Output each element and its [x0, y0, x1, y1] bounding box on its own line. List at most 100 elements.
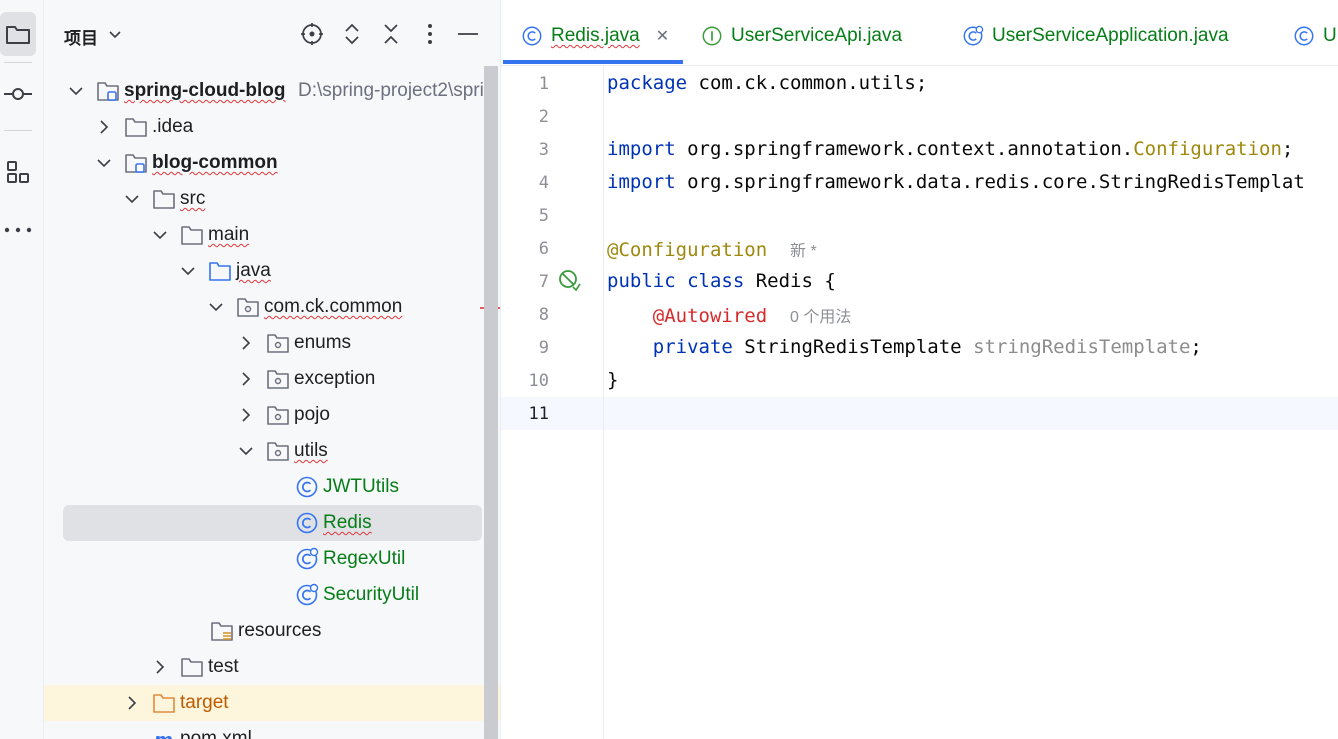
editor-tabs: Redis.java ✕ UserServiceApi.java UserSer…	[501, 0, 1338, 66]
active-tab-indicator	[503, 60, 683, 64]
tree-item-com-ck-common[interactable]: com.ck.common	[44, 289, 500, 325]
resources-folder-icon	[211, 622, 233, 641]
commit-tool-button[interactable]	[0, 72, 36, 116]
keyword: import	[607, 171, 676, 193]
chevron-down-icon[interactable]	[68, 83, 84, 99]
minimize-icon	[458, 33, 478, 35]
folder-icon	[181, 226, 203, 245]
tree-item-label: JWTUtils	[323, 476, 399, 497]
tree-item-label: SecurityUtil	[323, 584, 420, 605]
tree-item-securityutil[interactable]: SecurityUtil	[44, 577, 500, 613]
keyword: import	[607, 138, 676, 160]
chevron-down-icon[interactable]	[208, 299, 224, 315]
tab-userserviceapplication-java[interactable]: UserServiceApplication.java	[962, 14, 1229, 58]
class-runnable-icon	[963, 25, 984, 46]
collapse-all-button[interactable]	[379, 22, 403, 46]
code-line-6: @Configuration 新 *	[607, 237, 817, 261]
module-folder-icon	[97, 82, 119, 101]
chevron-right-icon[interactable]	[238, 335, 254, 351]
more-vertical-icon	[428, 24, 432, 44]
structure-tool-button[interactable]	[0, 150, 36, 194]
tree-item-src[interactable]: src	[44, 181, 500, 217]
hide-panel-button[interactable]	[456, 22, 480, 46]
class-icon	[296, 476, 318, 498]
collapse-all-icon	[384, 24, 398, 44]
code-text: com.ck.common.utils;	[687, 72, 928, 94]
package-icon	[237, 298, 259, 317]
chevron-down-icon[interactable]	[108, 27, 122, 41]
tree-item-java[interactable]: java	[44, 253, 500, 289]
inlay-hint[interactable]: 新 *	[790, 243, 817, 260]
tree-item-label: Redis	[323, 512, 372, 533]
structure-icon	[7, 161, 29, 183]
crosshair-icon	[301, 23, 323, 45]
tab-u-truncated[interactable]: U	[1293, 14, 1337, 58]
code-line-7: public class Redis {	[607, 270, 836, 292]
code-text: ;	[1190, 336, 1202, 358]
source-folder-icon	[209, 262, 231, 281]
tree-item-blog-common[interactable]: blog-common	[44, 145, 500, 181]
line-number: 7	[538, 272, 549, 292]
tree-item-jwtutils[interactable]: JWTUtils	[44, 469, 500, 505]
line-number: 3	[538, 140, 549, 160]
more-tools-button[interactable]	[0, 208, 36, 252]
chevron-right-icon[interactable]	[238, 407, 254, 423]
no-bean-icon[interactable]	[557, 268, 581, 292]
chevron-down-icon[interactable]	[96, 155, 112, 171]
tree-item-idea[interactable]: .idea	[44, 109, 500, 145]
tree-item-pom-xml[interactable]: m pom.xml	[44, 721, 500, 739]
tree-item-spring-cloud-blog[interactable]: spring-cloud-blog D:\spring-project2\spr…	[44, 73, 500, 109]
excluded-folder-icon	[153, 694, 175, 713]
tab-userserviceapi-java[interactable]: UserServiceApi.java	[701, 14, 902, 58]
tree-item-label: resources	[238, 620, 322, 641]
chevron-right-icon[interactable]	[152, 659, 168, 675]
tree-item-test[interactable]: test	[44, 649, 500, 685]
panel-options-button[interactable]	[418, 22, 442, 46]
code-line-1: package com.ck.common.utils;	[607, 72, 927, 94]
tree-item-label: test	[208, 656, 239, 677]
tree-item-resources[interactable]: resources	[44, 613, 500, 649]
line-number: 5	[538, 206, 549, 226]
annotation: @Configuration	[607, 239, 768, 261]
tree-item-redis[interactable]: Redis	[44, 505, 500, 541]
close-icon[interactable]: ✕	[656, 26, 669, 46]
chevron-down-icon[interactable]	[124, 191, 140, 207]
code-line-10: }	[607, 369, 618, 391]
tree-item-enums[interactable]: enums	[44, 325, 500, 361]
code-line-4: import org.springframework.data.redis.co…	[607, 171, 1305, 193]
chevron-right-icon[interactable]	[96, 119, 112, 135]
project-panel-title[interactable]: 项目	[64, 24, 98, 49]
chevron-right-icon[interactable]	[124, 695, 140, 711]
code-line-9: private StringRedisTemplate stringRedisT…	[607, 336, 1202, 358]
code-text: Redis {	[744, 270, 836, 292]
line-number: 10	[528, 371, 549, 391]
chevron-down-icon[interactable]	[238, 443, 254, 459]
module-folder-icon	[125, 154, 147, 173]
tree-item-target[interactable]: target	[44, 685, 500, 721]
tree-item-pojo[interactable]: pojo	[44, 397, 500, 433]
code-text: }	[607, 369, 619, 391]
line-number: 6	[538, 239, 549, 259]
chevron-right-icon[interactable]	[238, 371, 254, 387]
class-icon	[296, 512, 318, 534]
line-number: 1	[538, 74, 549, 94]
current-line-highlight	[501, 397, 1338, 430]
tab-redis-java[interactable]: Redis.java ✕	[521, 14, 669, 58]
folder-icon	[181, 658, 203, 677]
locate-file-button[interactable]	[300, 22, 324, 46]
tree-item-main[interactable]: main	[44, 217, 500, 253]
chevron-down-icon[interactable]	[152, 227, 168, 243]
package-icon	[267, 334, 289, 353]
tree-item-regexutil[interactable]: RegexUtil	[44, 541, 500, 577]
usage-hint[interactable]: 0 个用法	[790, 309, 851, 326]
tree-item-exception[interactable]: exception	[44, 361, 500, 397]
tree-item-label: target	[180, 692, 229, 713]
project-panel-scrollbar[interactable]	[484, 66, 498, 739]
tree-item-label: spring-cloud-blog	[124, 80, 286, 101]
chevron-down-icon[interactable]	[180, 263, 196, 279]
interface-icon	[702, 26, 722, 46]
project-tool-button[interactable]	[0, 12, 36, 56]
expand-all-button[interactable]	[340, 22, 364, 46]
tree-item-utils[interactable]: utils	[44, 433, 500, 469]
keyword: class	[687, 270, 745, 292]
